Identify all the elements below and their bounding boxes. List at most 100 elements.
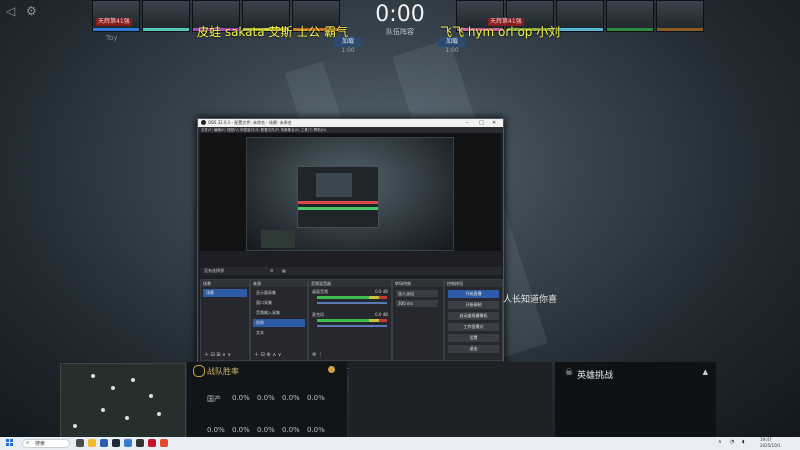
audio-meter xyxy=(369,319,379,322)
minimap[interactable] xyxy=(60,363,186,439)
transition-duration[interactable]: 300 ms xyxy=(396,300,438,307)
nested-meter xyxy=(298,207,378,210)
browser-icon[interactable] xyxy=(124,439,132,447)
maximize-icon[interactable]: □ xyxy=(479,119,484,127)
source-item[interactable]: 显示器采集 xyxy=(253,289,305,297)
transitions-dock: 转场特效 淡入淡出 300 ms xyxy=(392,279,444,361)
mixer-toolbar[interactable]: ⚙ ⋮ xyxy=(309,351,391,360)
windows-start-icon[interactable] xyxy=(6,439,14,447)
obs-icon[interactable] xyxy=(136,439,144,447)
scene-item[interactable]: 场景 xyxy=(203,289,247,297)
controls-header: 控制按钮 xyxy=(445,280,502,287)
minimize-icon[interactable]: – xyxy=(466,119,469,127)
win-rate: 0.0% xyxy=(232,394,250,402)
audio-meter xyxy=(379,319,387,322)
mixer-channel-level: 0.0 dB xyxy=(375,312,388,317)
danmu-left: 皮蛙 sakata 艾斯 士公 霸气 xyxy=(197,25,349,39)
close-icon[interactable]: ✕ xyxy=(492,119,496,127)
sources-toolbar[interactable]: ＋ ⊟ ⚙ ∧ ∨ xyxy=(251,351,307,360)
transitions-header: 转场特效 xyxy=(393,280,443,287)
win-rate: 0.0% xyxy=(232,426,250,434)
team-icon xyxy=(193,365,205,377)
back-arrow-icon[interactable]: ◁ xyxy=(6,4,15,18)
audio-meter xyxy=(369,296,379,299)
mixer-header: 音频混音器 xyxy=(309,280,391,287)
file-explorer-icon[interactable] xyxy=(88,439,96,447)
info-icon[interactable] xyxy=(328,366,335,373)
minimap-marker xyxy=(91,374,95,378)
transition-select[interactable]: 淡入淡出 xyxy=(396,290,438,297)
sources-header: 来源 xyxy=(251,280,307,287)
filters-icon[interactable]: ▦ xyxy=(282,267,286,275)
virtual-camera-button[interactable]: 启动虚拟摄像机 xyxy=(448,312,499,320)
volume-slider[interactable] xyxy=(317,325,387,327)
properties-icon[interactable]: ⚙ xyxy=(270,267,274,275)
edge-icon[interactable] xyxy=(100,439,108,447)
exit-button[interactable]: 退出 xyxy=(448,345,499,353)
gear-icon[interactable]: ⚙ xyxy=(26,4,37,18)
preview-area xyxy=(200,133,501,251)
nested-preview-inner xyxy=(316,173,352,197)
panel-title: 战队胜率 xyxy=(207,367,239,376)
source-toolbar: 没有选择源 ⚙ ▦ xyxy=(200,267,501,275)
obs-logo-icon xyxy=(201,120,206,125)
caret-up-icon[interactable]: ▲ xyxy=(703,368,708,376)
task-view-icon[interactable] xyxy=(76,439,84,447)
game-clock: 0:00 xyxy=(375,2,425,27)
hero-slot xyxy=(656,0,704,32)
mixer-channel-name: 麦克风 xyxy=(312,312,324,317)
settings-button[interactable]: 设置 xyxy=(448,334,499,342)
network-icon[interactable]: ◔ xyxy=(730,439,734,445)
win-rate: 0.0% xyxy=(307,426,325,434)
audio-meter xyxy=(317,319,369,322)
obs-title: OBS 32.0.1 - 配置文件: 未命名 - 场景: 未命名 xyxy=(208,120,292,125)
audio-meter xyxy=(379,296,387,299)
win-rate: 0.0% xyxy=(257,394,275,402)
source-item[interactable]: 音频输入采集 xyxy=(253,309,305,317)
minimap-marker xyxy=(111,386,115,390)
preview-minimap xyxy=(261,230,295,248)
minimap-marker xyxy=(125,416,129,420)
mixer-channel-name: 桌面音频 xyxy=(312,289,328,294)
hero-slot xyxy=(556,0,604,32)
scenes-header: 场景 xyxy=(201,280,249,287)
overlay-text: 人长知道你喜 xyxy=(503,295,558,305)
source-item[interactable]: 文本 xyxy=(253,329,305,337)
obs-titlebar[interactable]: OBS 32.0.1 - 配置文件: 未命名 - 场景: 未命名 – □ ✕ xyxy=(198,119,503,127)
dota-icon[interactable] xyxy=(148,439,156,447)
clock-time[interactable]: 19:47 xyxy=(760,437,772,442)
start-recording-button[interactable]: 开始录制 xyxy=(448,301,499,309)
minimap-marker xyxy=(73,424,77,428)
win-rate: 0.0% xyxy=(282,426,300,434)
player-tag: 天辉第41强 xyxy=(96,18,132,26)
nested-meter xyxy=(298,201,378,204)
scenes-toolbar[interactable]: ＋ ⊟ ⊞ ∧ ∨ xyxy=(201,351,249,360)
studio-mode-button[interactable]: 工作室模式 xyxy=(448,323,499,331)
source-item[interactable]: 窗口采集 xyxy=(253,299,305,307)
panel-title: 英雄挑战 xyxy=(577,371,614,381)
search-icon: ⌕ xyxy=(26,439,30,446)
minimap-marker xyxy=(131,378,135,382)
volume-slider[interactable] xyxy=(317,302,387,304)
app-icon[interactable] xyxy=(160,439,168,447)
source-item[interactable]: 图像 xyxy=(253,319,305,327)
win-rate: 0.0% xyxy=(307,394,325,402)
hero-slot xyxy=(142,0,190,32)
clock-date[interactable]: 2025/10/1 xyxy=(760,443,781,448)
timer-label: 加载 xyxy=(334,37,362,47)
minimap-marker xyxy=(101,408,105,412)
audio-meter xyxy=(317,296,369,299)
center-panel xyxy=(349,362,552,437)
obs-window[interactable]: OBS 32.0.1 - 配置文件: 未命名 - 场景: 未命名 – □ ✕ 文… xyxy=(197,118,504,369)
hero-slot xyxy=(92,0,140,32)
start-streaming-button[interactable]: 开始直播 xyxy=(448,290,499,298)
tray-chevron-icon[interactable]: ∧ xyxy=(718,439,722,445)
steam-icon[interactable] xyxy=(112,439,120,447)
clock-subtitle: 队伍阵容 xyxy=(386,28,414,36)
mixer-dock: 音频混音器 桌面音频 0.0 dB 麦克风 0.0 dB ⚙ ⋮ xyxy=(308,279,392,361)
mixer-channel-level: 0.0 dB xyxy=(375,289,388,294)
preview-canvas[interactable] xyxy=(246,137,454,251)
timer-label: 加载 xyxy=(438,37,466,47)
volume-icon[interactable]: ◖ xyxy=(742,439,745,445)
hero-challenge-panel[interactable]: ☠ 英雄挑战 ▲ xyxy=(555,362,716,437)
